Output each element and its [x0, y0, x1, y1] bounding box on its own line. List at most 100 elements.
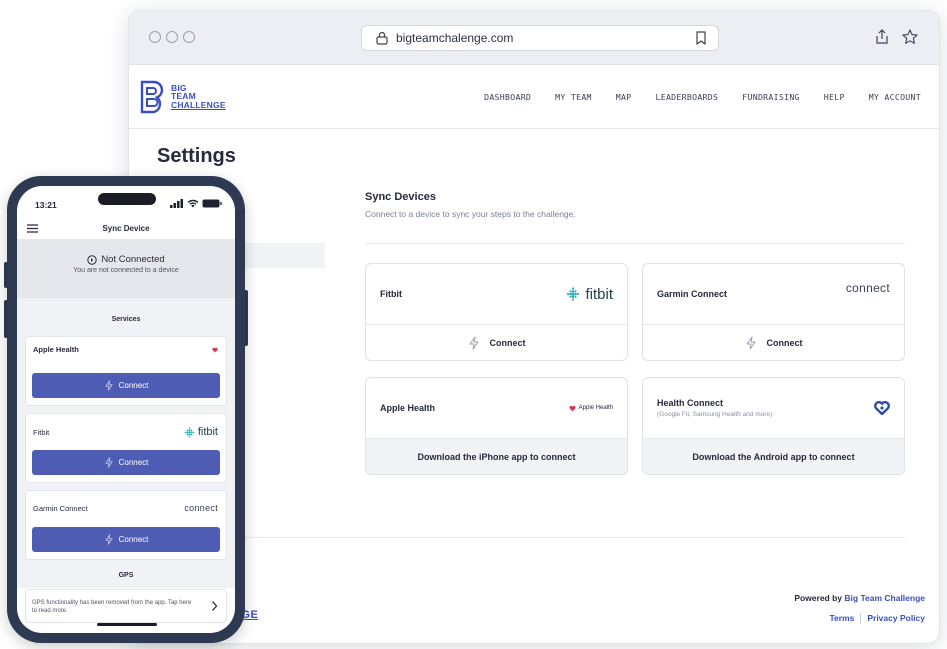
- nav-my-account[interactable]: MY ACCOUNT: [869, 92, 921, 102]
- bolt-icon: [746, 336, 755, 349]
- apple-health-logo: Apple Health: [569, 405, 613, 412]
- device-card-health-connect: Health Connect (Google Fit, Samsung Heal…: [642, 377, 905, 475]
- garmin-tagline-graphic: [846, 294, 890, 305]
- window-minimize-button[interactable]: [166, 31, 178, 43]
- nav-map[interactable]: MAP: [616, 92, 632, 102]
- link-separator: [860, 613, 862, 624]
- browser-chrome: bigteamchalenge.com: [129, 11, 939, 65]
- bolt-icon: [469, 336, 478, 349]
- connect-wordmark: connect: [845, 281, 890, 295]
- service-name: Apple Health: [33, 345, 79, 354]
- heart-icon: [212, 347, 218, 352]
- phone-status-bar: 13:21: [17, 186, 235, 216]
- card-header: Apple Health Apple Health: [366, 378, 627, 438]
- phone-app-bar: Sync Device: [17, 218, 235, 240]
- bolt-icon: [105, 380, 113, 391]
- big-team-challenge-logo-icon: [140, 80, 164, 113]
- nav-leaderboards[interactable]: LEADERBOARDS: [655, 92, 718, 102]
- status-title-text: Not Connected: [101, 254, 165, 265]
- powered-prefix: Powered by: [794, 593, 845, 603]
- service-card-garmin: Garmin Connect connect Connect: [25, 490, 227, 560]
- card-text: Health Connect (Google Fit, Samsung Heal…: [657, 398, 772, 418]
- dynamic-island: [98, 193, 156, 205]
- nav-help[interactable]: HELP: [824, 92, 845, 102]
- gps-title: GPS: [118, 572, 134, 579]
- download-iphone-label: Download the iPhone app to connect: [417, 451, 576, 462]
- service-row: Garmin Connect connect: [33, 503, 218, 514]
- download-android-app-button[interactable]: Download the Android app to connect: [643, 438, 904, 474]
- service-row: Fitbit fitbit: [33, 426, 218, 438]
- connect-label: Connect: [118, 381, 149, 390]
- address-bar[interactable]: bigteamchalenge.com: [361, 25, 719, 51]
- site-header: BIG TEAM CHALLENGE DASHBOARD MY TEAM MAP…: [129, 65, 939, 129]
- footer-divider: [129, 537, 905, 538]
- fitbit-logo: fitbit: [566, 286, 613, 303]
- phone-screen: 13:21 Sync Device Not Connected You are …: [17, 186, 235, 633]
- browser-window: bigteamchalenge.com BIG TEAM CHALLENGE D…: [128, 10, 940, 644]
- garmin-connect-logo: connect: [184, 503, 218, 513]
- connection-status-subtitle: You are not connected to a device: [73, 267, 179, 274]
- card-name: Garmin Connect: [657, 289, 728, 299]
- device-card-garmin: Garmin Connect connect Connect: [642, 263, 905, 361]
- connect-fitbit-button[interactable]: Connect: [366, 324, 627, 360]
- fitbit-logo: fitbit: [184, 426, 218, 438]
- download-iphone-app-button[interactable]: Download the iPhone app to connect: [366, 438, 627, 474]
- gps-info-card[interactable]: GPS functionality has been removed from …: [25, 589, 227, 623]
- divider: [365, 243, 905, 244]
- powered-by: Powered by Big Team Challenge: [794, 593, 925, 603]
- connection-status: Not Connected You are not connected to a…: [17, 240, 235, 298]
- connect-label: Connect: [766, 337, 803, 348]
- card-header: Garmin Connect connect: [643, 264, 904, 324]
- card-name: Fitbit: [380, 289, 402, 299]
- fitbit-dots-icon: [184, 426, 195, 438]
- share-icon[interactable]: [873, 28, 891, 46]
- window-controls: [149, 31, 195, 43]
- connect-garmin-button[interactable]: Connect: [643, 324, 904, 360]
- connect-garmin-button[interactable]: Connect: [32, 527, 220, 552]
- logo-word-3: CHALLENGE: [171, 99, 226, 110]
- browser-actions: [873, 28, 919, 46]
- site-logo[interactable]: BIG TEAM CHALLENGE: [139, 80, 226, 114]
- powered-by-link[interactable]: Big Team Challenge: [844, 593, 925, 603]
- stage: bigteamchalenge.com BIG TEAM CHALLENGE D…: [0, 0, 947, 649]
- connect-label: Connect: [118, 535, 149, 544]
- device-card-fitbit: Fitbit fitbit Connect: [365, 263, 628, 361]
- bolt-icon: [105, 534, 113, 545]
- window-maximize-button[interactable]: [183, 31, 195, 43]
- service-card-fitbit: Fitbit fitbit Connect: [25, 413, 227, 483]
- status-time: 13:21: [35, 200, 57, 210]
- sync-devices-subtitle: Connect to a device to sync your steps t…: [365, 209, 576, 219]
- card-name: Apple Health: [380, 403, 436, 413]
- connect-label: Connect: [489, 337, 526, 348]
- home-indicator: [97, 623, 157, 626]
- star-icon[interactable]: [901, 28, 919, 46]
- service-name: Garmin Connect: [33, 504, 88, 513]
- chevron-right-icon: [212, 601, 218, 611]
- window-close-button[interactable]: [149, 31, 161, 43]
- nav-fundraising[interactable]: FUNDRAISING: [742, 92, 800, 102]
- download-android-label: Download the Android app to connect: [692, 451, 855, 462]
- apple-health-wordmark: Apple Health: [578, 405, 613, 411]
- connect-fitbit-button[interactable]: Connect: [32, 450, 220, 475]
- terms-link[interactable]: Terms: [829, 613, 854, 624]
- garmin-connect-logo: connect: [845, 281, 890, 305]
- bookmark-icon[interactable]: [694, 30, 708, 46]
- footer-links: Terms Privacy Policy: [829, 613, 925, 624]
- main-nav: DASHBOARD MY TEAM MAP LEADERBOARDS FUNDR…: [484, 65, 921, 129]
- connect-apple-health-button[interactable]: Connect: [32, 373, 220, 398]
- service-row: Apple Health: [33, 345, 218, 354]
- url-text: bigteamchalenge.com: [396, 31, 514, 45]
- health-connect-icon: [874, 401, 890, 415]
- cellular-signal-icon: [170, 199, 183, 208]
- card-header: Health Connect (Google Fit, Samsung Heal…: [643, 378, 904, 438]
- fitbit-wordmark: fitbit: [197, 426, 218, 438]
- phone-frame: 13:21 Sync Device Not Connected You are …: [7, 176, 245, 643]
- nav-dashboard[interactable]: DASHBOARD: [484, 92, 531, 102]
- bolt-icon: [105, 457, 113, 468]
- privacy-policy-link[interactable]: Privacy Policy: [867, 613, 925, 624]
- service-name: Fitbit: [33, 427, 50, 437]
- gps-info-text: GPS functionality has been removed from …: [32, 600, 192, 614]
- nav-my-team[interactable]: MY TEAM: [555, 92, 592, 102]
- heart-icon: [569, 405, 576, 411]
- services-section: Services Apple Health Connect Fitbit fit…: [17, 298, 235, 588]
